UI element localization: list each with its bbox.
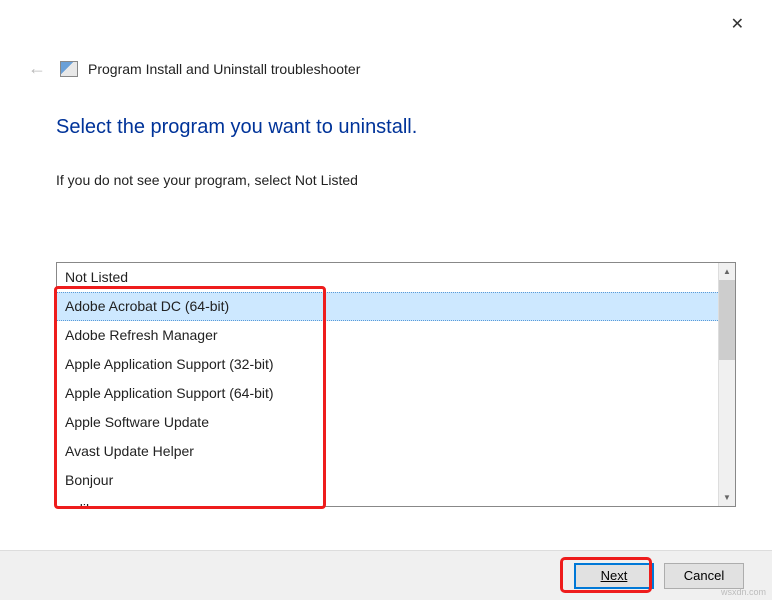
list-item[interactable]: Apple Application Support (32-bit) (57, 350, 718, 379)
close-button[interactable]: ✕ (723, 10, 752, 38)
next-button-label: Next (601, 568, 628, 583)
button-bar: Next Cancel (0, 550, 772, 600)
list-item[interactable]: Adobe Refresh Manager (57, 321, 718, 350)
list-item[interactable]: Not Listed (57, 263, 718, 292)
list-item[interactable]: Avast Update Helper (57, 437, 718, 466)
scroll-up-button[interactable]: ▲ (719, 263, 735, 280)
window-title: Program Install and Uninstall troublesho… (88, 61, 360, 77)
back-button[interactable]: ← (24, 56, 50, 81)
header: ← Program Install and Uninstall troubles… (24, 56, 360, 81)
scroll-thumb[interactable] (719, 280, 735, 360)
back-arrow-icon: ← (28, 58, 46, 78)
page-subtitle: If you do not see your program, select N… (56, 172, 358, 188)
next-button[interactable]: Next (574, 563, 654, 589)
list-item[interactable]: Apple Application Support (64-bit) (57, 379, 718, 408)
list-item[interactable]: Apple Software Update (57, 408, 718, 437)
chevron-up-icon: ▲ (723, 267, 731, 276)
page-heading: Select the program you want to uninstall… (56, 116, 417, 139)
chevron-down-icon: ▼ (723, 493, 731, 502)
program-listbox[interactable]: Not ListedAdobe Acrobat DC (64-bit)Adobe… (56, 262, 736, 507)
cancel-button[interactable]: Cancel (664, 563, 744, 589)
watermark: wsxdn.com (721, 587, 766, 597)
close-icon: ✕ (731, 16, 744, 33)
scrollbar[interactable]: ▲ ▼ (718, 263, 735, 506)
scroll-down-button[interactable]: ▼ (719, 489, 735, 506)
list-item[interactable]: Bonjour (57, 466, 718, 495)
troubleshooter-icon (60, 61, 78, 77)
list-item[interactable]: calibre (57, 495, 718, 506)
list-item[interactable]: Adobe Acrobat DC (64-bit) (57, 292, 718, 321)
